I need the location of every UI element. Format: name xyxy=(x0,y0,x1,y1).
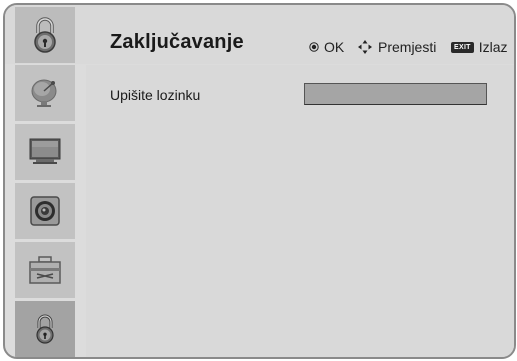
sidebar-item-channels[interactable] xyxy=(15,65,75,121)
sidebar-item-sound[interactable] xyxy=(15,183,75,239)
sidebar-item-setup[interactable] xyxy=(15,242,75,298)
password-label: Upišite lozinku xyxy=(110,87,201,103)
menu-header: Zaključavanje OK Premjesti EXIT Izlaz xyxy=(5,5,514,64)
move-hint-label: Premjesti xyxy=(378,39,437,55)
category-sidebar xyxy=(15,65,75,357)
password-field[interactable] xyxy=(304,83,487,105)
exit-button-icon: EXIT xyxy=(451,41,474,53)
monitor-icon xyxy=(29,138,61,164)
exit-hint-label: Izlaz xyxy=(478,39,508,55)
ok-button-icon xyxy=(309,42,319,52)
sidebar-item-picture[interactable] xyxy=(15,124,75,180)
arrows-icon xyxy=(358,40,372,54)
settings-panel: Upišite lozinku xyxy=(86,65,514,357)
toolbox-icon xyxy=(29,256,61,284)
lock-icon xyxy=(36,314,54,344)
ok-hint: OK xyxy=(309,39,344,55)
sidebar-item-lock[interactable] xyxy=(15,301,75,357)
speaker-icon xyxy=(30,196,60,226)
tv-menu-window: Zaključavanje OK Premjesti EXIT Izlaz Up… xyxy=(3,3,516,359)
exit-hint: EXIT Izlaz xyxy=(451,39,508,55)
move-hint: Premjesti xyxy=(357,39,436,55)
ok-hint-label: OK xyxy=(324,39,345,55)
page-title: Zaključavanje xyxy=(110,31,244,53)
header-lock-icon xyxy=(15,7,75,63)
satellite-dish-icon xyxy=(31,79,57,107)
